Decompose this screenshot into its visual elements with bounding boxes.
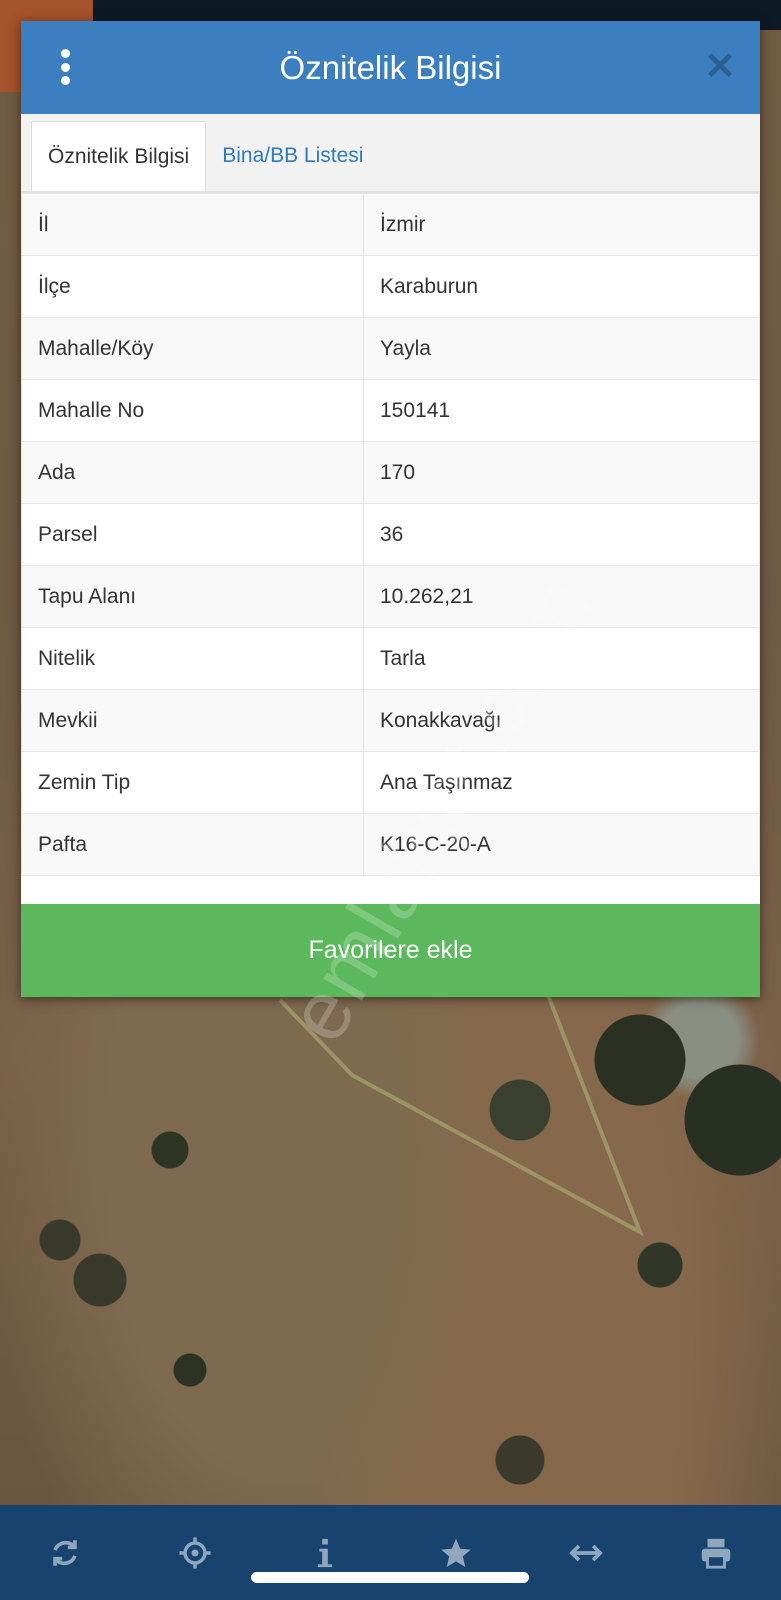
bottom-toolbar <box>0 1505 781 1600</box>
attribute-value: 36 <box>363 503 760 566</box>
attribute-value: K16-C-20-A <box>363 813 760 876</box>
attribute-table: İl İzmir İlçe Karaburun Mahalle/Köy Yayla M… <box>21 193 760 876</box>
dialog-header: Öznitelik Bilgisi ✕ <box>21 21 760 114</box>
attribute-key: Ada <box>21 441 364 504</box>
attribute-key: Parsel <box>21 503 364 566</box>
kebab-menu-icon[interactable] <box>55 49 75 85</box>
table-row: Mahalle No 150141 <box>21 379 760 442</box>
attribute-value: 10.262,21 <box>363 565 760 628</box>
table-row: Nitelik Tarla <box>21 627 760 690</box>
attribute-key: Tapu Alanı <box>21 565 364 628</box>
attribute-value: İzmir <box>363 193 760 256</box>
table-row: Mahalle/Köy Yayla <box>21 317 760 380</box>
table-row: Tapu Alanı 10.262,21 <box>21 565 760 628</box>
star-icon[interactable] <box>436 1533 476 1573</box>
attribute-key: Nitelik <box>21 627 364 690</box>
info-icon[interactable] <box>305 1533 345 1573</box>
dialog-title: Öznitelik Bilgisi <box>279 48 502 86</box>
attribute-value: Tarla <box>363 627 760 690</box>
print-icon[interactable] <box>696 1533 736 1573</box>
locate-icon[interactable] <box>175 1533 215 1573</box>
table-row: Parsel 36 <box>21 503 760 566</box>
close-icon[interactable]: ✕ <box>702 48 738 86</box>
attribute-value: Konakkavağı <box>363 689 760 752</box>
table-row: Mevkii Konakkavağı <box>21 689 760 752</box>
table-row: İl İzmir <box>21 193 760 256</box>
attribute-value: Yayla <box>363 317 760 380</box>
attribute-key: Zemin Tip <box>21 751 364 814</box>
refresh-icon[interactable] <box>45 1533 85 1573</box>
add-to-favorites-button[interactable]: Favorilere ekle <box>21 904 760 997</box>
attribute-dialog: Öznitelik Bilgisi ✕ Öznitelik Bilgisi Bi… <box>21 21 760 997</box>
attribute-key: Mahalle/Köy <box>21 317 364 380</box>
attribute-value: 170 <box>363 441 760 504</box>
table-row: İlçe Karaburun <box>21 255 760 318</box>
tab-bar: Öznitelik Bilgisi Bina/BB Listesi <box>21 114 760 193</box>
tab-building-list[interactable]: Bina/BB Listesi <box>206 121 379 191</box>
tab-attributes[interactable]: Öznitelik Bilgisi <box>31 121 207 191</box>
attribute-key: Pafta <box>21 813 364 876</box>
table-row: Pafta K16-C-20-A <box>21 813 760 876</box>
attribute-value: Karaburun <box>363 255 760 318</box>
attribute-key: İlçe <box>21 255 364 318</box>
attribute-key: Mevkii <box>21 689 364 752</box>
attribute-key: İl <box>21 193 364 256</box>
table-row: Zemin Tip Ana Taşınmaz <box>21 751 760 814</box>
attribute-value: Ana Taşınmaz <box>363 751 760 814</box>
attribute-value: 150141 <box>363 379 760 442</box>
measure-icon[interactable] <box>566 1533 606 1573</box>
home-indicator[interactable] <box>251 1572 529 1583</box>
attribute-key: Mahalle No <box>21 379 364 442</box>
table-row: Ada 170 <box>21 441 760 504</box>
